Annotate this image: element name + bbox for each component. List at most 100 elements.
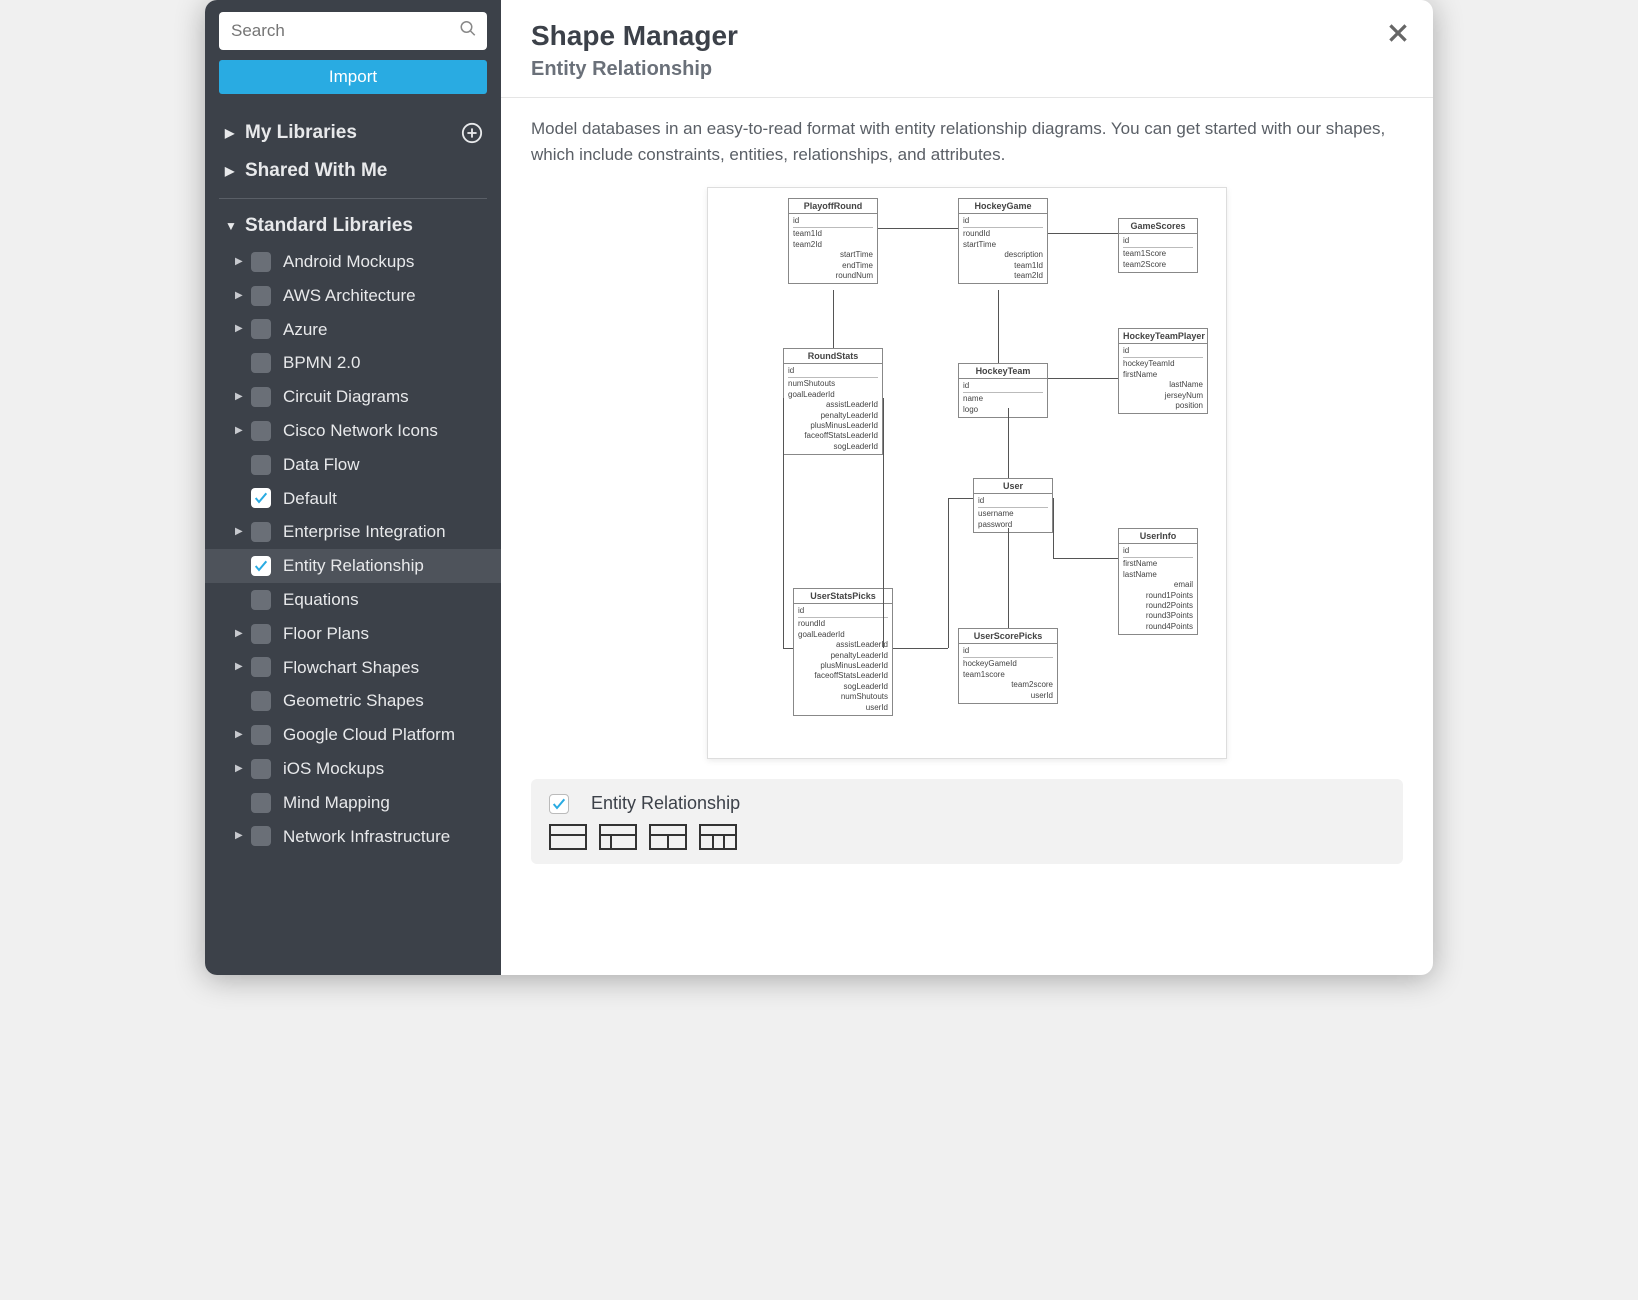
library-label: AWS Architecture	[283, 284, 416, 308]
caret-right-icon: ▶	[225, 164, 239, 178]
library-label: Enterprise Integration	[283, 520, 446, 544]
library-item[interactable]: ▶ Google Cloud Platform	[205, 718, 501, 752]
library-item[interactable]: ▶ Circuit Diagrams	[205, 380, 501, 414]
library-label: Google Cloud Platform	[283, 723, 455, 747]
library-checkbox[interactable]	[251, 725, 271, 745]
library-label: Entity Relationship	[283, 554, 424, 578]
library-label: Default	[283, 487, 337, 511]
library-label: Azure	[283, 318, 327, 342]
library-checkbox[interactable]	[251, 353, 271, 373]
library-item[interactable]: Equations	[205, 583, 501, 617]
library-item[interactable]: Entity Relationship	[205, 549, 501, 583]
section-label: My Libraries	[245, 122, 357, 144]
library-label: Cisco Network Icons	[283, 419, 438, 443]
library-item[interactable]: ▶Android Mockups	[205, 245, 501, 279]
entity-shape-1[interactable]	[549, 824, 587, 850]
library-item[interactable]: Data Flow	[205, 448, 501, 482]
page-subtitle: Entity Relationship	[531, 58, 1403, 81]
library-checkbox[interactable]	[251, 488, 271, 508]
library-item[interactable]: Mind Mapping	[205, 786, 501, 820]
library-item[interactable]: ▶ Enterprise Integration	[205, 515, 501, 549]
er-entity: HockeyGameidroundIdstartTimedescriptiont…	[958, 198, 1048, 284]
library-label: BPMN 2.0	[283, 351, 360, 375]
divider	[219, 198, 487, 199]
caret-right-icon: ▶	[235, 525, 251, 539]
entity-shape-4[interactable]	[699, 824, 737, 850]
library-list: ▶Android Mockups▶AWS Architecture▶AzureB…	[205, 245, 501, 853]
er-entity: UserInfoidfirstNamelastNameemailround1Po…	[1118, 528, 1198, 635]
shape-group-checkbox[interactable]	[549, 794, 569, 814]
shape-icons-row	[549, 824, 1385, 850]
description-text: Model databases in an easy-to-read forma…	[531, 116, 1403, 167]
search-wrap	[205, 12, 501, 50]
section-label: Standard Libraries	[245, 215, 413, 237]
library-checkbox[interactable]	[251, 759, 271, 779]
caret-right-icon: ▶	[235, 627, 251, 641]
library-checkbox[interactable]	[251, 556, 271, 576]
library-checkbox[interactable]	[251, 793, 271, 813]
er-entity: UserStatsPicksidroundIdgoalLeaderIdassis…	[793, 588, 893, 716]
entity-shape-2[interactable]	[599, 824, 637, 850]
library-item[interactable]: ▶ Flowchart Shapes	[205, 651, 501, 685]
library-label: Circuit Diagrams	[283, 385, 409, 409]
library-item[interactable]: ▶ AWS Architecture	[205, 279, 501, 313]
caret-right-icon: ▶	[235, 728, 251, 742]
caret-right-icon: ▶	[235, 390, 251, 404]
section-label: Shared With Me	[245, 160, 387, 182]
er-entity: HockeyTeamidnamelogo	[958, 363, 1048, 418]
shape-group-header: Entity Relationship	[549, 793, 1385, 814]
library-checkbox[interactable]	[251, 252, 271, 272]
caret-right-icon: ▶	[235, 289, 251, 303]
library-item[interactable]: ▶Azure	[205, 313, 501, 347]
library-item[interactable]: Geometric Shapes	[205, 684, 501, 718]
library-label: Mind Mapping	[283, 791, 390, 815]
shape-manager-dialog: Import ▶ My Libraries ▶ Shared With Me ▼…	[205, 0, 1433, 975]
library-checkbox[interactable]	[251, 455, 271, 475]
library-checkbox[interactable]	[251, 590, 271, 610]
er-entity: PlayoffRoundidteam1Idteam2IdstartTimeend…	[788, 198, 878, 284]
library-item[interactable]: ▶iOS Mockups	[205, 752, 501, 786]
library-checkbox[interactable]	[251, 691, 271, 711]
search-input[interactable]	[219, 12, 487, 50]
main-panel: Shape Manager Entity Relationship Model …	[501, 0, 1433, 975]
library-item[interactable]: ▶ Floor Plans	[205, 617, 501, 651]
page-title: Shape Manager	[531, 20, 1403, 52]
caret-right-icon: ▶	[235, 255, 251, 269]
close-button[interactable]	[1385, 20, 1411, 49]
library-item[interactable]: ▶ Cisco Network Icons	[205, 414, 501, 448]
main-body: Model databases in an easy-to-read forma…	[501, 98, 1433, 975]
library-item[interactable]: ▶Network Infrastructure	[205, 820, 501, 854]
library-checkbox[interactable]	[251, 826, 271, 846]
entity-shape-3[interactable]	[649, 824, 687, 850]
library-checkbox[interactable]	[251, 624, 271, 644]
import-button[interactable]: Import	[219, 60, 487, 94]
library-label: Data Flow	[283, 453, 360, 477]
library-item[interactable]: Default	[205, 482, 501, 516]
er-entity: RoundStatsidnumShutoutsgoalLeaderIdassis…	[783, 348, 883, 455]
library-checkbox[interactable]	[251, 387, 271, 407]
library-checkbox[interactable]	[251, 286, 271, 306]
library-checkbox[interactable]	[251, 421, 271, 441]
library-label: Flowchart Shapes	[283, 656, 419, 680]
library-label: Equations	[283, 588, 359, 612]
add-library-button[interactable]	[461, 122, 483, 144]
caret-right-icon: ▶	[235, 829, 251, 843]
er-entity: Useridusernamepassword	[973, 478, 1053, 533]
library-checkbox[interactable]	[251, 657, 271, 677]
main-header: Shape Manager Entity Relationship	[501, 0, 1433, 98]
library-tree: ▶ My Libraries ▶ Shared With Me ▼ Standa…	[205, 108, 501, 975]
library-label: Geometric Shapes	[283, 689, 424, 713]
library-item[interactable]: BPMN 2.0	[205, 346, 501, 380]
caret-right-icon: ▶	[235, 660, 251, 674]
sidebar: Import ▶ My Libraries ▶ Shared With Me ▼…	[205, 0, 501, 975]
section-shared-with-me[interactable]: ▶ Shared With Me	[205, 152, 501, 190]
caret-right-icon: ▶	[225, 126, 239, 140]
section-standard-libraries[interactable]: ▼ Standard Libraries	[205, 207, 501, 245]
library-checkbox[interactable]	[251, 522, 271, 542]
section-my-libraries[interactable]: ▶ My Libraries	[205, 114, 501, 152]
library-label: Floor Plans	[283, 622, 369, 646]
caret-right-icon: ▶	[235, 424, 251, 438]
shape-group-label: Entity Relationship	[591, 793, 740, 814]
library-checkbox[interactable]	[251, 319, 271, 339]
er-diagram-preview: PlayoffRoundidteam1Idteam2IdstartTimeend…	[707, 187, 1227, 759]
